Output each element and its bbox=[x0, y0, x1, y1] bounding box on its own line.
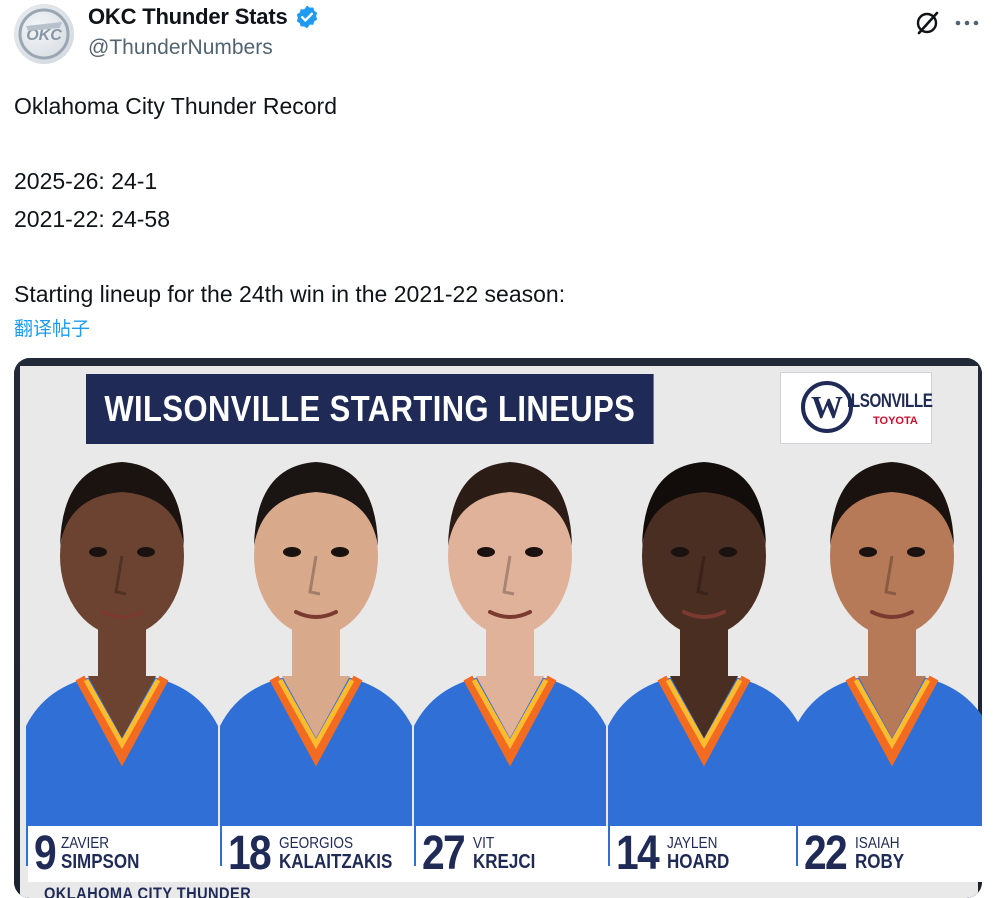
translate-post-link[interactable]: 翻译帖子 bbox=[14, 314, 90, 341]
player-portrait bbox=[414, 426, 606, 866]
player-portrait bbox=[608, 426, 800, 866]
grok-icon[interactable] bbox=[912, 8, 942, 38]
player-name: GEORGIOS KALAITZAKIS bbox=[279, 834, 412, 873]
jersey-number: 14 bbox=[616, 827, 660, 880]
post-line bbox=[14, 238, 974, 276]
post-line: Oklahoma City Thunder Record bbox=[14, 93, 337, 119]
post-header: OKC OKC Thunder Stats @ThunderNumbers bbox=[14, 4, 986, 64]
player-last-name: KALAITZAKIS bbox=[279, 850, 393, 873]
post-text: Oklahoma City Thunder Record 2025-26: 24… bbox=[14, 88, 974, 313]
player-nameplate: 27 VIT KREJCI bbox=[416, 826, 610, 882]
player-name: JAYLEN HOARD bbox=[667, 834, 740, 873]
jersey-number: 27 bbox=[422, 827, 466, 880]
player-first-name: ZAVIER bbox=[60, 834, 109, 852]
thunder-logo-avatar-icon: OKC bbox=[18, 8, 70, 60]
player-name: ZAVIER SIMPSON bbox=[60, 834, 153, 873]
player-portrait bbox=[796, 426, 982, 866]
team-footer: OKLAHOMA CITY THUNDER bbox=[44, 884, 252, 898]
player-name: ISAIAH ROBY bbox=[855, 834, 913, 873]
player-name: VIT KREJCI bbox=[473, 834, 546, 873]
more-icon[interactable] bbox=[952, 8, 982, 38]
player-first-name: JAYLEN bbox=[667, 834, 718, 852]
post-line: 2025-26: 24-1 bbox=[14, 168, 158, 194]
verified-badge-icon bbox=[296, 5, 317, 29]
player-nameplate: 18 GEORGIOS KALAITZAKIS bbox=[222, 826, 416, 882]
post-line: Starting lineup for the 24th win in the … bbox=[14, 280, 566, 307]
jersey-number: 9 bbox=[34, 827, 57, 880]
avatar[interactable]: OKC bbox=[14, 4, 74, 64]
sponsor-logo-name: ILSONVILLE bbox=[847, 391, 933, 412]
player-nameplate: 14 JAYLEN HOARD bbox=[610, 826, 798, 882]
player-first-name: VIT bbox=[473, 834, 495, 852]
player-last-name: KREJCI bbox=[473, 850, 536, 873]
player-portrait bbox=[26, 426, 218, 866]
user-handle[interactable]: @ThunderNumbers bbox=[88, 36, 273, 60]
player-last-name: SIMPSON bbox=[60, 850, 140, 873]
player-first-name: ISAIAH bbox=[855, 834, 900, 852]
post-line: 2021-22: 24-58 bbox=[14, 205, 171, 232]
display-name[interactable]: OKC Thunder Stats bbox=[88, 4, 288, 30]
post-media-image[interactable]: WILSONVILLE STARTING LINEUPS W ILSONVILL… bbox=[14, 358, 982, 898]
player-last-name: ROBY bbox=[855, 850, 905, 873]
lineup-screen: WILSONVILLE STARTING LINEUPS W ILSONVILL… bbox=[20, 366, 982, 898]
jersey-number: 22 bbox=[804, 827, 848, 880]
player-portrait bbox=[220, 426, 412, 866]
player-last-name: HOARD bbox=[667, 850, 730, 873]
jersey-number: 18 bbox=[228, 827, 272, 880]
player-nameplate: 9 ZAVIER SIMPSON bbox=[28, 826, 222, 882]
player-nameplate: 22 ISAIAH ROBY bbox=[798, 826, 982, 882]
post-line bbox=[14, 126, 974, 164]
player-first-name: GEORGIOS bbox=[279, 834, 354, 852]
